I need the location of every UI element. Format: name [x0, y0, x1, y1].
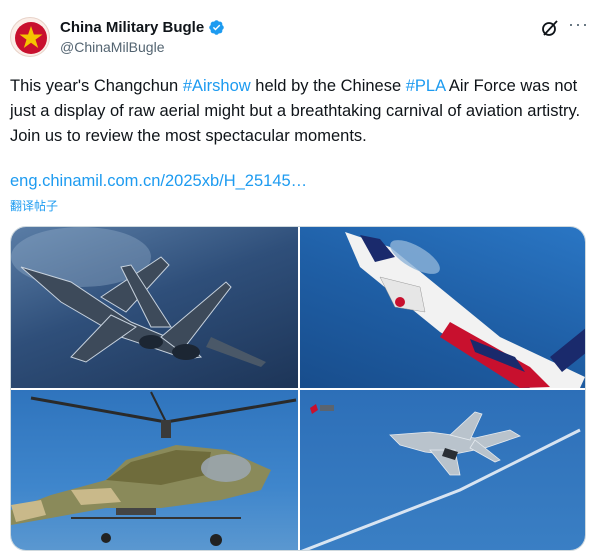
helicopter-illustration	[11, 391, 297, 546]
fighter-jets-illustration	[11, 227, 266, 367]
aerobatic-jet-illustration	[345, 232, 585, 388]
media-grid	[10, 226, 586, 551]
hashtag-airshow[interactable]: #Airshow	[183, 77, 251, 95]
grok-icon[interactable]	[540, 18, 560, 38]
translate-post-link[interactable]: 翻译帖子	[10, 197, 58, 214]
post-text-part: held by the Chinese	[250, 77, 406, 95]
verified-badge-icon	[209, 20, 224, 35]
media-photo-attack-helicopter[interactable]	[11, 390, 298, 550]
army-star-logo-icon	[15, 22, 47, 54]
post-text: This year's Changchun #Airshow held by t…	[10, 74, 588, 149]
author-name-text: China Military Bugle	[60, 19, 205, 36]
post-text-part: This year's Changchun	[10, 77, 183, 95]
media-photo-fighter-jets[interactable]	[11, 227, 298, 388]
stealth-fighter-illustration	[301, 404, 581, 550]
more-options-button[interactable]: ···	[568, 14, 589, 35]
author-name[interactable]: China Military Bugle	[60, 19, 225, 36]
avatar[interactable]	[10, 17, 50, 57]
post-link[interactable]: eng.chinamil.com.cn/2025xb/H_25145…	[10, 172, 307, 191]
author-handle[interactable]: @ChinaMilBugle	[60, 39, 164, 55]
hashtag-pla[interactable]: #PLA	[406, 77, 445, 95]
media-photo-stealth-fighter[interactable]	[300, 390, 585, 550]
media-photo-aerobatic-jet[interactable]	[300, 227, 585, 388]
